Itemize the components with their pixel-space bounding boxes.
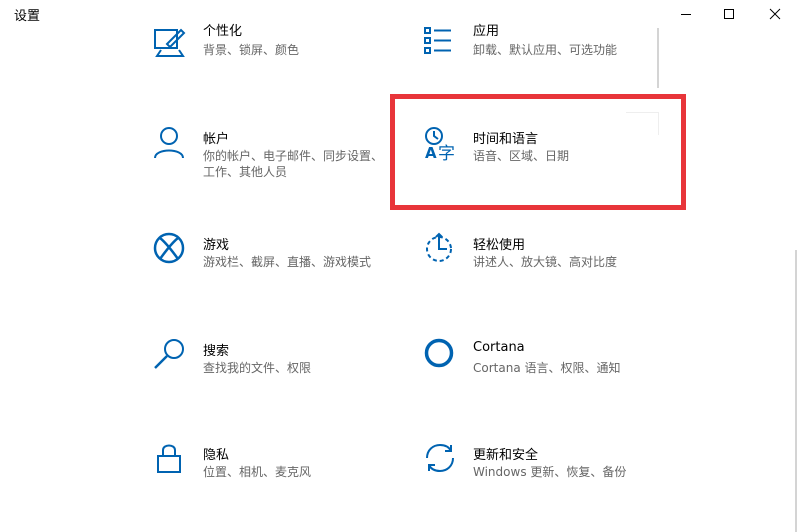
ease-of-access-icon xyxy=(426,232,452,262)
personalization-icon xyxy=(154,28,186,57)
tile-privacy[interactable]: 隐私 位置、相机、麦克风 xyxy=(153,442,403,502)
tile-accounts[interactable]: 帐户 你的帐户、电子邮件、同步设置、工作、其他人员 xyxy=(153,126,403,186)
minimize-button[interactable] xyxy=(663,0,709,28)
tile-name: Cortana xyxy=(473,340,525,355)
tile-name: 更新和安全 xyxy=(473,448,539,463)
close-button[interactable] xyxy=(752,0,798,28)
tile-name: 隐私 xyxy=(203,448,230,463)
tile-name: 游戏 xyxy=(203,238,230,253)
maximize-icon xyxy=(724,9,734,19)
close-icon xyxy=(769,8,781,20)
tile-apps[interactable]: 应用 卸载、默认应用、可选功能 xyxy=(423,24,673,86)
tile-name: 轻松使用 xyxy=(473,238,526,253)
tile-desc: 讲述人、放大镜、高对比度 xyxy=(473,255,618,269)
cortana-icon xyxy=(424,338,454,368)
apps-icon xyxy=(424,27,451,54)
tile-desc: 位置、相机、麦克风 xyxy=(203,465,312,479)
tile-desc: 卸载、默认应用、可选功能 xyxy=(473,43,618,57)
tile-ease-of-access[interactable]: 轻松使用 讲述人、放大镜、高对比度 xyxy=(423,232,673,292)
tile-gaming[interactable]: 游戏 游戏栏、截屏、直播、游戏模式 xyxy=(153,232,403,292)
scrollbar-track-right[interactable] xyxy=(795,250,797,532)
xbox-icon xyxy=(153,232,185,264)
lock-icon xyxy=(157,444,181,473)
highlight-box xyxy=(390,94,686,210)
tile-personalization[interactable]: 个性化 背景、锁屏、颜色 xyxy=(153,24,403,86)
tile-desc: 游戏栏、截屏、直播、游戏模式 xyxy=(203,255,372,269)
tile-desc: Cortana 语言、权限、通知 xyxy=(473,361,621,375)
search-icon xyxy=(154,339,184,369)
tile-desc: 查找我的文件、权限 xyxy=(203,361,312,375)
tile-update-security[interactable]: 更新和安全 Windows 更新、恢复、备份 xyxy=(423,442,673,502)
tile-desc: 你的帐户、电子邮件、同步设置、工作、其他人员 xyxy=(203,149,384,179)
tile-cortana[interactable]: Cortana Cortana 语言、权限、通知 xyxy=(423,338,673,398)
window-title: 设置 xyxy=(14,9,41,24)
tile-name: 个性化 xyxy=(203,24,243,39)
minimize-icon xyxy=(681,14,691,15)
maximize-button[interactable] xyxy=(706,0,752,28)
tile-desc: 背景、锁屏、颜色 xyxy=(203,43,300,57)
tile-name: 应用 xyxy=(473,24,500,39)
tile-name: 搜索 xyxy=(203,344,230,359)
tile-desc: Windows 更新、恢复、备份 xyxy=(473,465,627,479)
sync-icon xyxy=(426,443,454,473)
person-icon xyxy=(154,127,184,159)
tile-search[interactable]: 搜索 查找我的文件、权限 xyxy=(153,338,403,398)
tile-name: 帐户 xyxy=(203,132,230,147)
settings-window: 设置 个性化 背景、锁屏、颜色 应用 卸载、默认应用、可选功能 帐户 你的帐户、… xyxy=(0,0,801,532)
